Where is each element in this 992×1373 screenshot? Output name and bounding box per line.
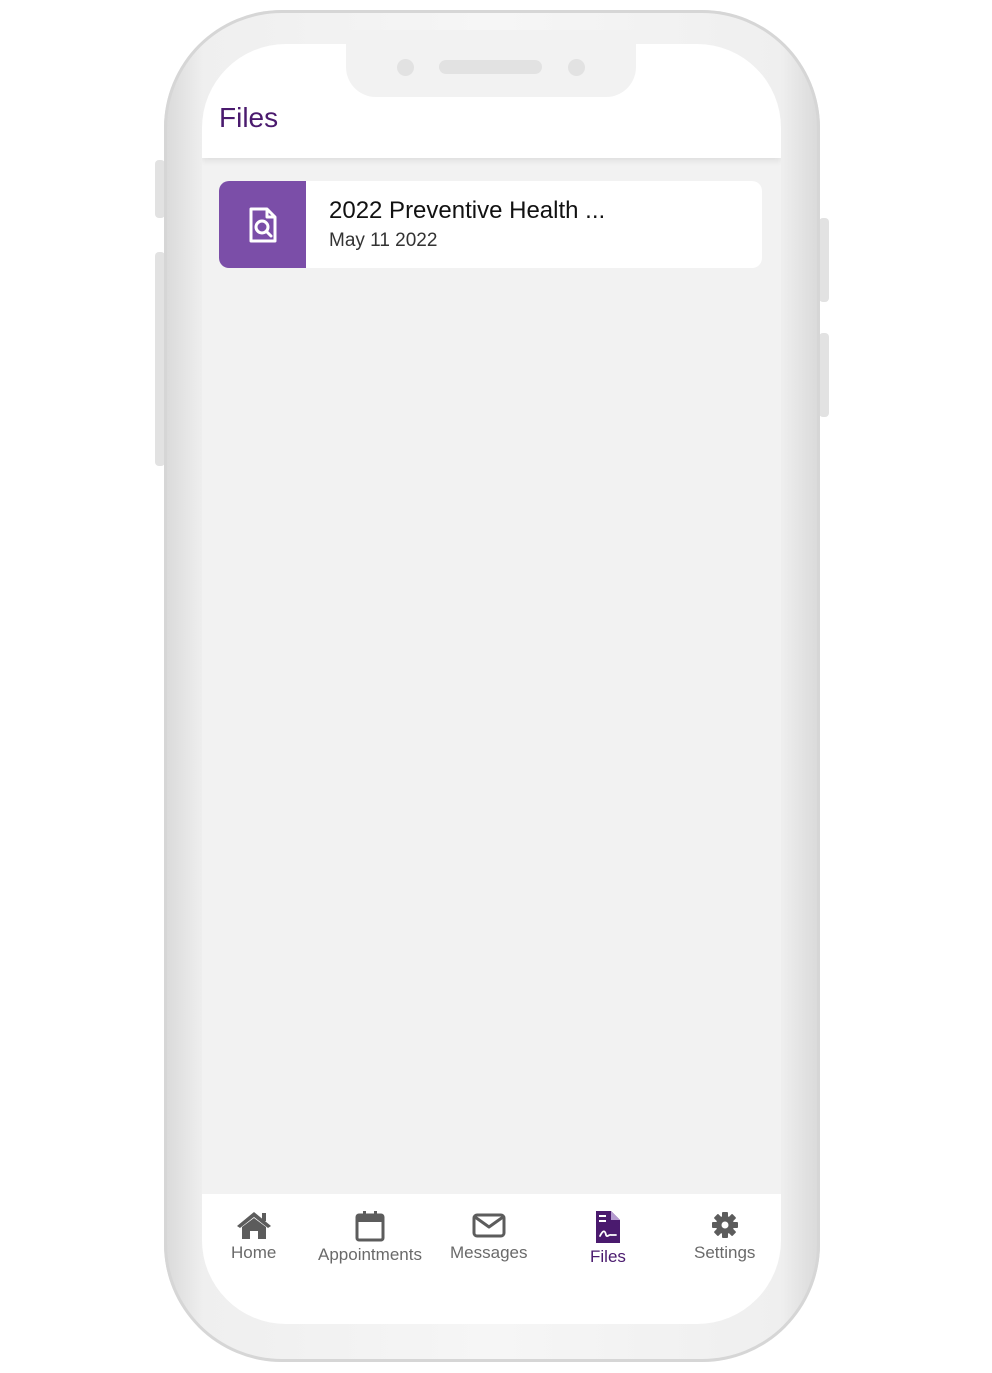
side-button-power xyxy=(819,218,829,302)
nav-label-settings: Settings xyxy=(694,1243,756,1262)
front-sensor xyxy=(568,59,585,76)
calendar-icon xyxy=(355,1211,385,1242)
gear-icon xyxy=(711,1212,738,1238)
file-thumbnail xyxy=(219,181,306,268)
file-title: 2022 Preventive Health ... xyxy=(329,196,606,224)
file-list-item[interactable]: 2022 Preventive Health ... May 11 2022 xyxy=(219,181,762,268)
device-stage: Files 2022 Preventive Health ... May 11 … xyxy=(0,0,992,1373)
nav-item-messages[interactable]: Messages xyxy=(450,1210,527,1263)
nav-item-settings[interactable]: Settings xyxy=(694,1210,755,1263)
home-icon xyxy=(236,1212,271,1239)
nav-item-files[interactable]: Files xyxy=(590,1210,626,1267)
side-button-secondary xyxy=(819,333,829,417)
nav-label-messages: Messages xyxy=(450,1243,528,1262)
nav-label-files: Files xyxy=(590,1247,626,1266)
front-camera xyxy=(397,59,414,76)
nav-item-home[interactable]: Home xyxy=(231,1210,276,1263)
file-signature-icon xyxy=(595,1211,620,1243)
file-date: May 11 2022 xyxy=(329,229,438,251)
nav-item-appointments[interactable]: Appointments xyxy=(318,1210,422,1265)
page-title: Files xyxy=(219,102,279,133)
file-text: 2022 Preventive Health ... May 11 2022 xyxy=(306,181,605,268)
nav-label-home: Home xyxy=(231,1243,277,1262)
nav-label-appointments: Appointments xyxy=(318,1245,422,1264)
earpiece-speaker xyxy=(439,60,542,74)
app-screen: Files 2022 Preventive Health ... May 11 … xyxy=(202,44,781,1324)
bottom-nav: Home Appointments Messages Files Setting… xyxy=(202,1194,781,1324)
envelope-icon xyxy=(472,1213,506,1238)
file-search-icon xyxy=(249,207,276,242)
